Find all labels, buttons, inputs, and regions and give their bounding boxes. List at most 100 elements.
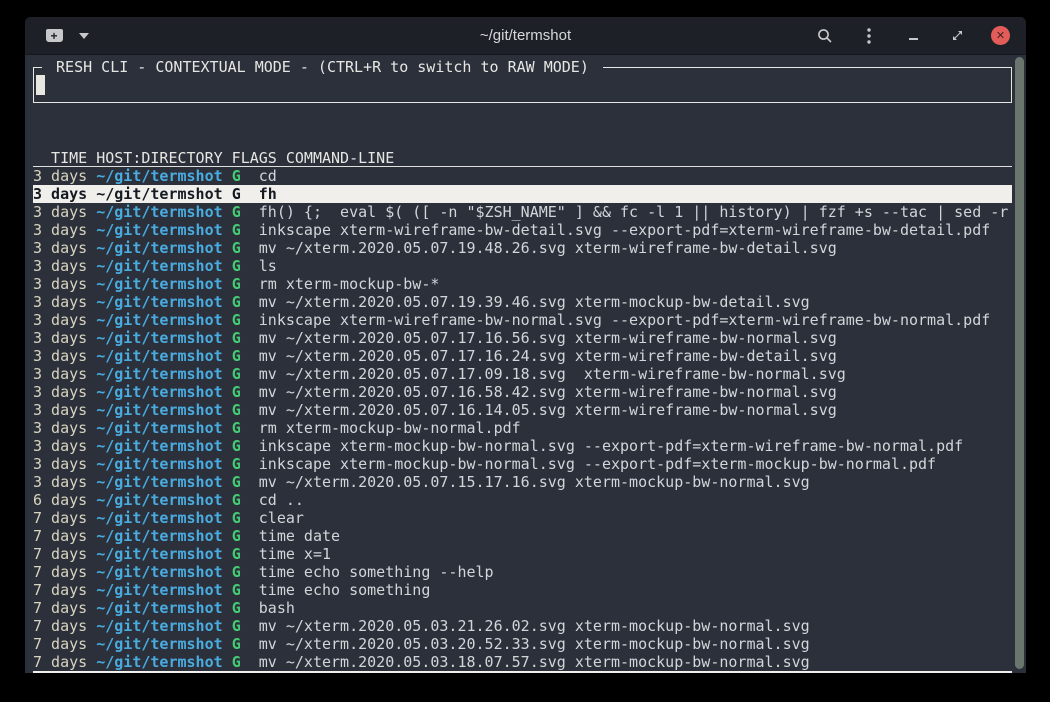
history-row[interactable]: 3 days ~/git/termshot G inkscape xterm-m…	[33, 455, 1012, 473]
history-row[interactable]: 3 days ~/git/termshot G fh	[33, 185, 1012, 203]
row-time: 7 days	[33, 599, 87, 617]
row-host-dir: ~/git/termshot	[96, 347, 222, 365]
row-time: 3 days	[33, 185, 87, 203]
row-flags: G	[232, 329, 241, 347]
row-time: 3 days	[33, 293, 87, 311]
row-command: cd	[259, 167, 277, 185]
desktop: + ~/git/termshot	[0, 0, 1050, 702]
minimize-icon	[909, 38, 918, 40]
history-row[interactable]: 7 days ~/git/termshot G time echo someth…	[33, 581, 1012, 599]
row-time: 7 days	[33, 635, 87, 653]
row-host-dir: ~/git/termshot	[96, 491, 222, 509]
restore-button[interactable]	[947, 26, 967, 46]
new-tab-button[interactable]: +	[43, 27, 65, 45]
history-row[interactable]: 3 days ~/git/termshot G mv ~/xterm.2020.…	[33, 473, 1012, 491]
row-command: mv ~/xterm.2020.05.07.19.48.26.svg xterm…	[259, 239, 837, 257]
row-command: inkscape xterm-wireframe-bw-normal.svg -…	[259, 311, 991, 329]
row-command: mv ~/xterm.2020.05.03.20.52.33.svg xterm…	[259, 635, 810, 653]
history-row[interactable]: 3 days ~/git/termshot G inkscape xterm-w…	[33, 311, 1012, 329]
history-row[interactable]: 6 days ~/git/termshot G cd ..	[33, 491, 1012, 509]
row-flags: G	[232, 185, 241, 203]
row-flags: G	[232, 275, 241, 293]
menu-button[interactable]	[859, 26, 879, 46]
history-row[interactable]: 3 days ~/git/termshot G rm xterm-mockup-…	[33, 275, 1012, 293]
history-row[interactable]: 3 days ~/git/termshot G fh() {; eval $( …	[33, 203, 1012, 221]
search-input[interactable]: RESH CLI - CONTEXTUAL MODE - (CTRL+R to …	[33, 67, 1012, 103]
row-host-dir: ~/git/termshot	[96, 509, 222, 527]
row-command: clear	[259, 509, 304, 527]
history-row[interactable]: 3 days ~/git/termshot G mv ~/xterm.2020.…	[33, 401, 1012, 419]
row-flags: G	[232, 167, 241, 185]
row-command: mv ~/xterm.2020.05.03.18.07.57.svg xterm…	[259, 653, 810, 671]
history-header: TIME HOST:DIRECTORY FLAGS COMMAND-LINE	[33, 149, 1012, 167]
terminal-screen[interactable]: RESH CLI - CONTEXTUAL MODE - (CTRL+R to …	[25, 55, 1026, 673]
row-time: 7 days	[33, 527, 87, 545]
row-command: time x=1	[259, 545, 331, 563]
row-host-dir: ~/git/termshot	[96, 437, 222, 455]
row-time: 6 days	[33, 491, 87, 509]
row-host-dir: ~/git/termshot	[96, 563, 222, 581]
row-time: 3 days	[33, 167, 87, 185]
history-row[interactable]: 7 days ~/git/termshot G mv ~/xterm.2020.…	[33, 617, 1012, 635]
row-flags: G	[232, 293, 241, 311]
row-time: 3 days	[33, 329, 87, 347]
minimize-button[interactable]	[903, 26, 923, 46]
row-command: inkscape xterm-mockup-bw-normal.svg --ex…	[259, 437, 963, 455]
search-button[interactable]	[815, 26, 835, 46]
row-command: time date	[259, 527, 340, 545]
history-row[interactable]: 3 days ~/git/termshot G ls	[33, 257, 1012, 275]
close-icon: ✕	[996, 29, 1005, 42]
history-row[interactable]: 7 days ~/git/termshot G mv ~/xterm.2020.…	[33, 653, 1012, 671]
row-command: rm xterm-mockup-bw-*	[259, 275, 440, 293]
history-row[interactable]: 7 days ~/git/termshot G bash	[33, 599, 1012, 617]
tab-dropdown-button[interactable]	[75, 27, 93, 45]
row-time: 3 days	[33, 383, 87, 401]
history-row[interactable]: 3 days ~/git/termshot G inkscape xterm-w…	[33, 221, 1012, 239]
history-row[interactable]: 7 days ~/git/termshot G mv ~/xterm.2020.…	[33, 635, 1012, 653]
row-host-dir: ~/git/termshot	[96, 617, 222, 635]
row-flags: G	[232, 473, 241, 491]
history-row[interactable]: 3 days ~/git/termshot G mv ~/xterm.2020.…	[33, 365, 1012, 383]
kebab-menu-icon	[867, 28, 871, 44]
history-row[interactable]: 3 days ~/git/termshot G rm xterm-mockup-…	[33, 419, 1012, 437]
row-flags: G	[232, 635, 241, 653]
row-flags: G	[232, 437, 241, 455]
row-host-dir: ~/git/termshot	[96, 167, 222, 185]
row-host-dir: ~/git/termshot	[96, 257, 222, 275]
history-row[interactable]: 3 days ~/git/termshot G inkscape xterm-m…	[33, 437, 1012, 455]
history-row[interactable]: 3 days ~/git/termshot G mv ~/xterm.2020.…	[33, 329, 1012, 347]
row-host-dir: ~/git/termshot	[96, 329, 222, 347]
history-row[interactable]: 3 days ~/git/termshot G mv ~/xterm.2020.…	[33, 347, 1012, 365]
row-time: 3 days	[33, 239, 87, 257]
history-row[interactable]: 7 days ~/git/termshot G time date	[33, 527, 1012, 545]
row-host-dir: ~/git/termshot	[96, 311, 222, 329]
row-command: mv ~/xterm.2020.05.07.17.09.18.svg xterm…	[259, 365, 846, 383]
terminal-plus-icon: +	[46, 29, 63, 42]
history-row[interactable]: 7 days ~/git/termshot G time echo someth…	[33, 563, 1012, 581]
row-host-dir: ~/git/termshot	[96, 185, 222, 203]
history-row[interactable]: 7 days ~/git/termshot G clear	[33, 509, 1012, 527]
history-row[interactable]: 3 days ~/git/termshot G mv ~/xterm.2020.…	[33, 239, 1012, 257]
row-time: 3 days	[33, 311, 87, 329]
row-host-dir: ~/git/termshot	[96, 599, 222, 617]
chevron-down-icon	[79, 33, 89, 39]
row-time: 7 days	[33, 509, 87, 527]
row-time: 3 days	[33, 257, 87, 275]
row-command: rm xterm-mockup-bw-normal.pdf	[259, 419, 521, 437]
row-flags: G	[232, 239, 241, 257]
row-host-dir: ~/git/termshot	[96, 455, 222, 473]
row-time: 7 days	[33, 545, 87, 563]
history-row[interactable]: 3 days ~/git/termshot G mv ~/xterm.2020.…	[33, 293, 1012, 311]
history-row[interactable]: 3 days ~/git/termshot G cd	[33, 167, 1012, 185]
history-row[interactable]: 7 days ~/git/termshot G time x=1	[33, 545, 1012, 563]
row-host-dir: ~/git/termshot	[96, 473, 222, 491]
row-flags: G	[232, 347, 241, 365]
scrollbar[interactable]	[1015, 57, 1024, 669]
row-time: 7 days	[33, 617, 87, 635]
row-time: 7 days	[33, 563, 87, 581]
titlebar[interactable]: + ~/git/termshot	[25, 17, 1026, 55]
close-button[interactable]: ✕	[991, 26, 1010, 45]
row-command: mv ~/xterm.2020.05.07.19.39.46.svg xterm…	[259, 293, 810, 311]
history-row[interactable]: 3 days ~/git/termshot G mv ~/xterm.2020.…	[33, 383, 1012, 401]
row-host-dir: ~/git/termshot	[96, 653, 222, 671]
